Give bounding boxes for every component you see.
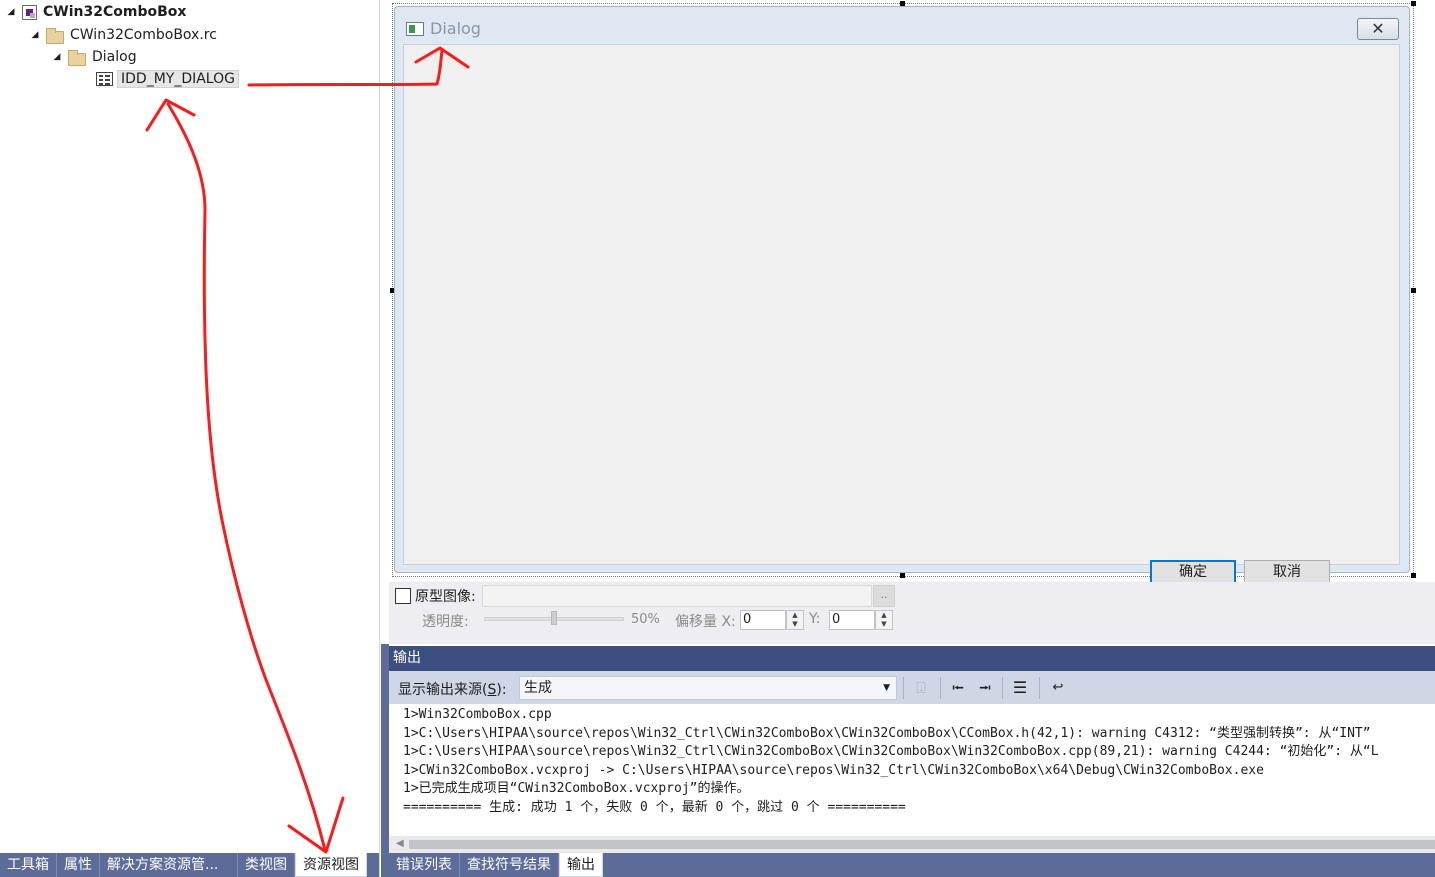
tab-resource-view[interactable]: 资源视图 [295, 853, 367, 877]
prototype-image-label: 原型图像: [415, 589, 476, 605]
project-icon [22, 4, 37, 20]
word-wrap-icon[interactable]: ↩ [1048, 678, 1068, 698]
close-icon[interactable]: ✕ [1357, 18, 1399, 40]
output-source-dropdown[interactable]: 生成 ▼ [519, 676, 897, 700]
opacity-slider-thumb[interactable] [551, 611, 557, 625]
tree-item-dialog-folder[interactable]: ◢ Dialog [50, 46, 139, 68]
tab-error-list[interactable]: 错误列表 [389, 853, 460, 877]
tab-solution-explorer[interactable]: 解决方案资源管... [100, 853, 238, 877]
scroll-left-icon[interactable]: ◀ [396, 838, 404, 849]
dialog-client-area[interactable]: 确定 取消 [403, 44, 1400, 585]
opacity-label: 透明度: [422, 614, 469, 630]
output-line: 1>Win32ComboBox.cpp [403, 707, 552, 722]
output-line: ========== 生成: 成功 1 个，失败 0 个，最新 0 个，跳过 0… [403, 799, 906, 815]
left-tab-strip: 工具箱 属性 解决方案资源管... 类视图 资源视图 [0, 853, 379, 877]
expand-arrow-icon[interactable]: ◢ [28, 30, 42, 40]
resource-tree: ◢ CWin32ComboBox ◢ CWin32ComboBox.rc ◢ D… [0, 0, 378, 853]
output-source-value: 生成 [524, 680, 552, 696]
dialog-app-icon [406, 22, 424, 36]
expand-arrow-icon[interactable]: ◢ [50, 52, 64, 62]
tree-item-label: Dialog [92, 49, 137, 65]
prev-message-icon[interactable]: ⭰ [948, 678, 968, 698]
offset-y-spinner[interactable]: ▲ ▼ [875, 610, 893, 630]
tree-item-project[interactable]: ◢ CWin32ComboBox [4, 1, 188, 23]
resize-handle[interactable] [1411, 288, 1416, 293]
resize-handle[interactable] [1411, 1, 1416, 6]
prototype-image-checkbox[interactable] [395, 588, 411, 604]
find-message-icon[interactable]: ⍗ [911, 678, 931, 698]
folder-icon [46, 27, 64, 44]
tab-output[interactable]: 输出 [559, 853, 603, 877]
dialog-resource-icon [96, 72, 113, 86]
offset-x-label: 偏移量 X: [675, 614, 736, 630]
tree-item-idd-my-dialog[interactable]: IDD_MY_DIALOG [92, 68, 239, 90]
output-toolbar: 显示输出来源(S): 生成 ▼ ⍗ ⭰ ⭲ ☰ ↩ [389, 671, 1435, 704]
tab-find-symbol-results[interactable]: 查找符号结果 [460, 853, 559, 877]
dialog-preview[interactable]: Dialog ✕ 确定 取消 [394, 6, 1410, 585]
clear-all-icon[interactable]: ☰ [1010, 678, 1030, 698]
output-tab-strip: 错误列表 查找符号结果 输出 [389, 853, 1435, 877]
output-source-label: 显示输出来源(S): [398, 679, 507, 699]
resize-handle[interactable] [1411, 573, 1416, 578]
output-horizontal-scrollbar[interactable]: ◀ [389, 836, 1435, 853]
dialog-title: Dialog [430, 19, 481, 38]
tree-item-label: CWin32ComboBox.rc [70, 27, 217, 43]
tab-properties[interactable]: 属性 [57, 853, 100, 877]
toolbar-separator [940, 677, 941, 699]
source-label-text: 显示输出来源( [398, 682, 488, 698]
toolbar-separator [1002, 677, 1003, 699]
resource-view-panel: ◢ CWin32ComboBox ◢ CWin32ComboBox.rc ◢ D… [0, 0, 380, 877]
tree-item-label: IDD_MY_DIALOG [117, 70, 239, 88]
offset-y-label: Y: [809, 611, 821, 627]
toolbar-separator [1039, 677, 1040, 699]
output-line: 1>C:\Users\HIPAA\source\repos\Win32_Ctrl… [403, 744, 1379, 760]
chevron-down-icon[interactable]: ▼ [883, 677, 890, 699]
next-message-icon[interactable]: ⭲ [975, 678, 995, 698]
tree-item-label: CWin32ComboBox [43, 4, 187, 20]
browse-button[interactable]: .. [873, 585, 895, 607]
resize-handle[interactable] [900, 573, 905, 578]
output-line: 1>CWin32ComboBox.vcxproj -> C:\Users\HIP… [403, 762, 1264, 778]
prototype-image-path-input[interactable] [482, 585, 872, 607]
tree-item-rc-file[interactable]: ◢ CWin32ComboBox.rc [28, 24, 219, 46]
expand-arrow-icon[interactable]: ◢ [4, 7, 18, 17]
offset-y-input[interactable]: 0 [829, 610, 875, 630]
output-line: 1>C:\Users\HIPAA\source\repos\Win32_Ctrl… [403, 725, 1371, 741]
output-window-title: 输出 [389, 646, 1435, 671]
offset-x-input[interactable]: 0 [740, 610, 786, 630]
offset-x-spinner[interactable]: ▲ ▼ [786, 610, 804, 630]
tab-toolbox[interactable]: 工具箱 [0, 853, 57, 877]
folder-icon [68, 49, 86, 66]
opacity-value: 50% [631, 612, 660, 627]
scrollbar-thumb[interactable] [409, 840, 1435, 849]
output-line: 1>已完成生成项目“CWin32ComboBox.vcxproj”的操作。 [403, 781, 750, 797]
tab-class-view[interactable]: 类视图 [238, 853, 295, 877]
prototype-image-bar: 原型图像: .. 透明度: 50% 偏移量 X: 0 ▲ ▼ Y: 0 ▲ ▼ [389, 582, 1435, 644]
toolbar-separator [903, 677, 904, 699]
output-text-area[interactable]: 1>Win32ComboBox.cpp 1>C:\Users\HIPAA\sou… [389, 704, 1435, 836]
source-label-suffix: ): [496, 682, 507, 698]
